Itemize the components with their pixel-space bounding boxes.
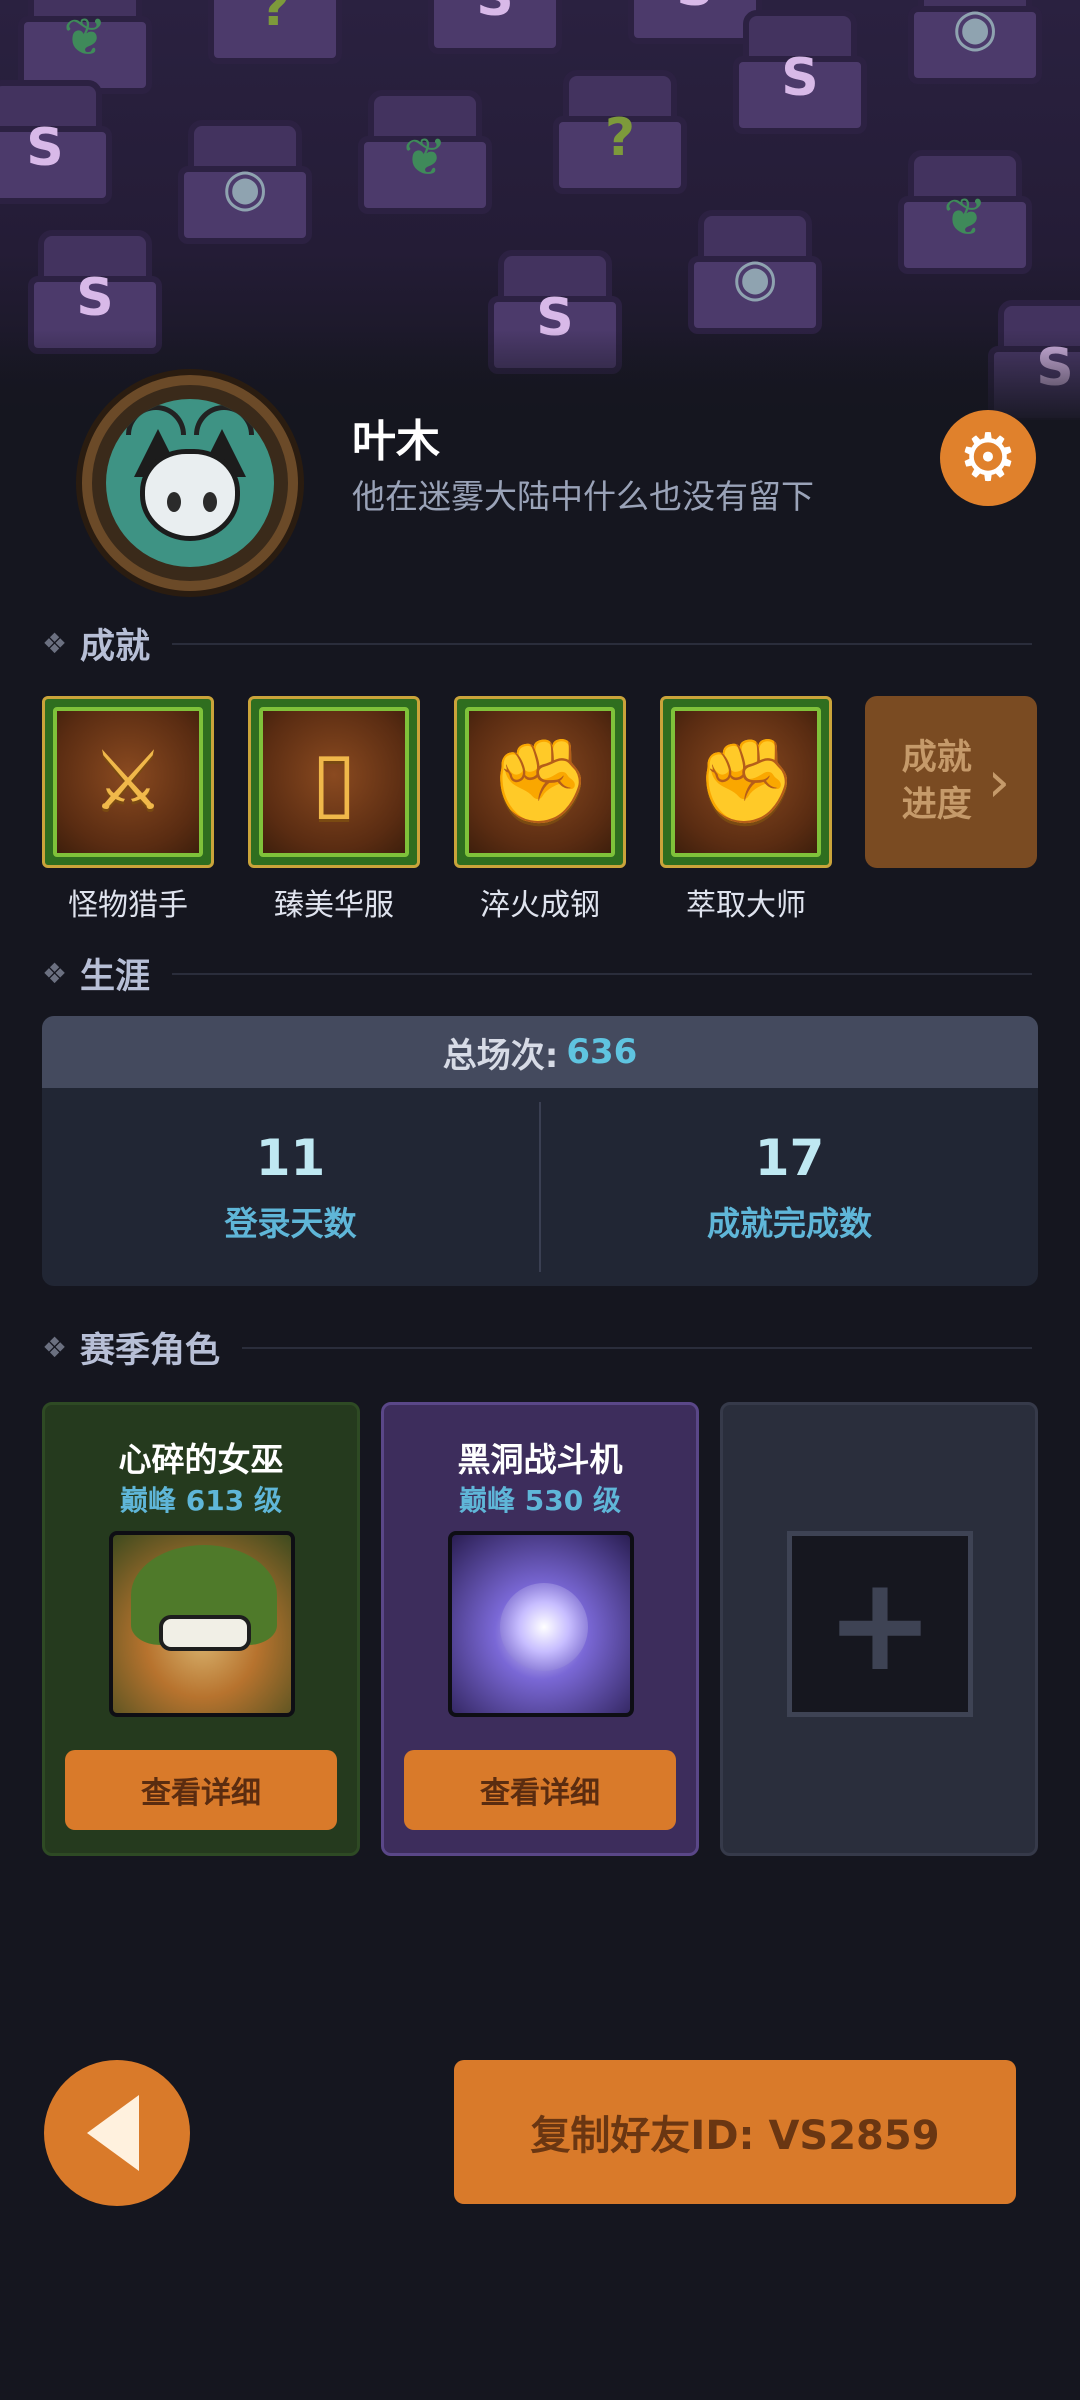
avatar[interactable] <box>82 375 298 591</box>
settings-button[interactable]: ⚙ <box>940 410 1036 506</box>
achievement-label: 怪物猎手 <box>68 888 188 923</box>
achievements-completed-stat: 17 成就完成数 <box>707 1129 872 1243</box>
user-bio: 他在迷雾大陆中什么也没有留下 <box>352 477 814 516</box>
back-arrow-icon <box>87 2095 139 2171</box>
section-diamond-icon: ❖ <box>42 1331 68 1364</box>
empty-character-slot[interactable]: + <box>720 1402 1038 1856</box>
total-matches: 总场次: 636 <box>42 1016 1038 1088</box>
career-header: ❖ 生涯 <box>42 948 1032 999</box>
divider <box>242 1346 1032 1349</box>
divider <box>172 642 1032 645</box>
character-level: 巅峰 530 级 <box>459 1484 621 1517</box>
achievement-progress-button[interactable]: 成就进度 › <box>865 696 1037 868</box>
character-name: 黑洞战斗机 <box>457 1440 623 1479</box>
username: 叶木 <box>352 416 440 467</box>
plus-icon[interactable]: + <box>787 1531 973 1717</box>
chevron-right-icon: › <box>987 749 1011 815</box>
achievement-tempered-steel[interactable]: ✊ 淬火成钢 <box>454 696 626 924</box>
blackhole-fighter-portrait <box>448 1531 634 1717</box>
login-days-stat: 11 登录天数 <box>224 1129 357 1243</box>
achievement-label: 淬火成钢 <box>480 888 600 923</box>
section-diamond-icon: ❖ <box>42 957 68 990</box>
divider <box>172 972 1032 975</box>
achievements-header: ❖ 成就 <box>42 618 1032 669</box>
sword-badge-icon: ⚔ <box>91 734 165 829</box>
armor-badge-icon: ▯ <box>311 734 357 829</box>
achievement-extraction-master[interactable]: ✊ 萃取大师 <box>660 696 832 924</box>
gear-icon: ⚙ <box>958 419 1018 496</box>
total-matches-value: 636 <box>566 1032 638 1072</box>
achievement-monster-hunter[interactable]: ⚔ 怪物猎手 <box>42 696 214 924</box>
achievement-fine-attire[interactable]: ▯ 臻美华服 <box>248 696 420 924</box>
character-card-witch[interactable]: 心碎的女巫 巅峰 613 级 查看详细 <box>42 1402 360 1856</box>
profile-banner: ❦ ? S S ◉ S ◉ ❦ ? S ❦ S S ◉ S <box>0 0 1080 420</box>
career-panel: 总场次: 636 11 登录天数 17 成就完成数 <box>42 1016 1038 1286</box>
fist-badge-icon: ✊ <box>488 734 592 829</box>
character-level: 巅峰 613 级 <box>120 1484 282 1517</box>
season-characters-header: ❖ 赛季角色 <box>42 1322 1032 1373</box>
view-details-button[interactable]: 查看详细 <box>404 1750 676 1830</box>
cat-avatar-icon <box>106 399 274 567</box>
character-name: 心碎的女巫 <box>118 1440 284 1479</box>
achievement-label: 臻美华服 <box>274 888 394 923</box>
copy-friend-id-button[interactable]: 复制好友ID: VS2859 <box>454 2060 1016 2204</box>
character-card-blackhole-fighter[interactable]: 黑洞战斗机 巅峰 530 级 查看详细 <box>381 1402 699 1856</box>
witch-portrait <box>109 1531 295 1717</box>
fist-badge-icon: ✊ <box>694 734 798 829</box>
profile-page: ❦ ? S S ◉ S ◉ ❦ ? S ❦ S S ◉ S 叶木 他在迷雾大陆中… <box>0 0 1080 2400</box>
achievement-label: 萃取大师 <box>686 888 806 923</box>
view-details-button[interactable]: 查看详细 <box>65 1750 337 1830</box>
section-diamond-icon: ❖ <box>42 627 68 660</box>
back-button[interactable] <box>44 2060 190 2206</box>
